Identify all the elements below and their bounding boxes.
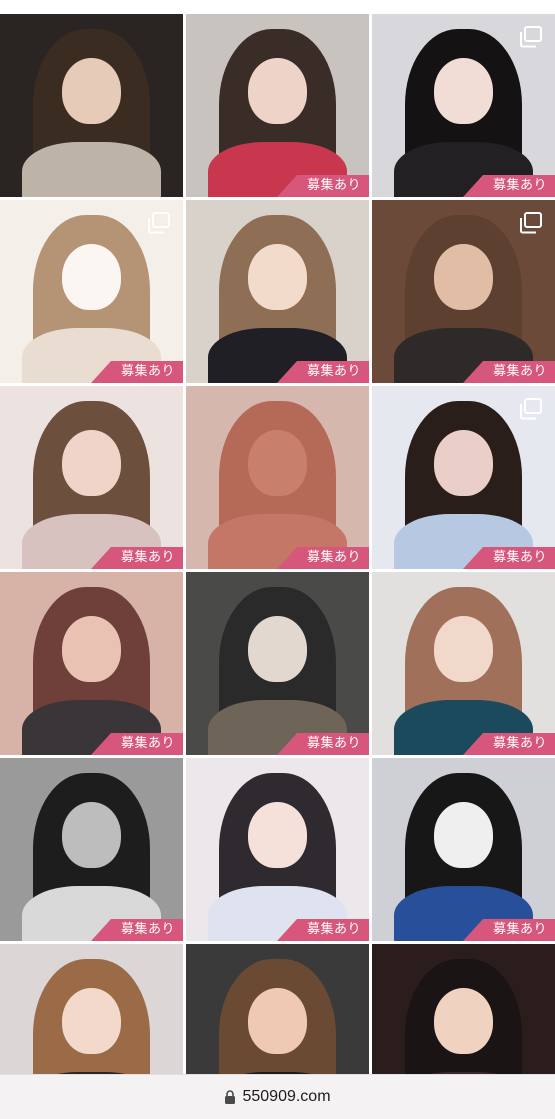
photo-face-shape: [434, 57, 493, 124]
photo-face-shape: [62, 987, 121, 1054]
photo-face-shape: [62, 243, 121, 310]
page: 募集あり 募集あり 募集あり 募集あり 募集あり 募集あり 募集あり 募集あり 募集あり 募集あり…: [0, 0, 555, 1119]
profile-tile[interactable]: 募集あり: [372, 200, 555, 383]
profile-tile[interactable]: 募集あり: [0, 200, 183, 383]
photo-face-shape: [434, 987, 493, 1054]
photo-grid: 募集あり 募集あり 募集あり 募集あり 募集あり 募集あり 募集あり 募集あり 募集あり 募集あり…: [0, 14, 555, 1074]
profile-photo: [372, 572, 555, 755]
profile-tile[interactable]: 募集あり: [0, 758, 183, 941]
profile-tile[interactable]: 募集あり: [372, 14, 555, 197]
profile-tile[interactable]: [372, 944, 555, 1074]
photo-face-shape: [62, 801, 121, 868]
profile-photo: [186, 386, 369, 569]
profile-photo: [186, 14, 369, 197]
profile-tile[interactable]: 募集あり: [0, 386, 183, 569]
photo-face-shape: [248, 801, 307, 868]
multiple-photos-icon: [520, 212, 542, 234]
photo-face-shape: [434, 615, 493, 682]
photo-face-shape: [62, 57, 121, 124]
profile-tile[interactable]: 募集あり: [0, 572, 183, 755]
photo-face-shape: [62, 429, 121, 496]
profile-tile[interactable]: 募集あり: [372, 572, 555, 755]
profile-tile[interactable]: 募集あり: [186, 758, 369, 941]
profile-tile[interactable]: [186, 944, 369, 1074]
multiple-photos-icon: [520, 26, 542, 48]
profile-tile[interactable]: 募集あり: [372, 758, 555, 941]
profile-tile[interactable]: 募集あり: [186, 200, 369, 383]
multiple-photos-icon: [520, 398, 542, 420]
profile-photo: [186, 944, 369, 1074]
address-domain[interactable]: 550909.com: [242, 1088, 330, 1106]
profile-photo: [0, 386, 183, 569]
photo-face-shape: [434, 243, 493, 310]
photo-face-shape: [248, 243, 307, 310]
profile-photo: [0, 572, 183, 755]
profile-tile[interactable]: 募集あり: [372, 386, 555, 569]
profile-photo: [372, 944, 555, 1074]
multiple-photos-icon: [148, 212, 170, 234]
photo-face-shape: [434, 801, 493, 868]
profile-tile[interactable]: 募集あり: [186, 572, 369, 755]
profile-tile[interactable]: 募集あり: [186, 14, 369, 197]
profile-photo: [0, 14, 183, 197]
photo-face-shape: [62, 615, 121, 682]
photo-face-shape: [248, 57, 307, 124]
profile-photo: [372, 758, 555, 941]
profile-tile[interactable]: 募集あり: [186, 386, 369, 569]
address-bar[interactable]: 550909.com: [0, 1074, 555, 1119]
profile-photo: [186, 572, 369, 755]
photo-body-shape: [21, 142, 162, 197]
photo-face-shape: [248, 429, 307, 496]
photo-face-shape: [248, 615, 307, 682]
profile-photo: [0, 758, 183, 941]
profile-tile[interactable]: [0, 944, 183, 1074]
profile-photo: [186, 758, 369, 941]
photo-face-shape: [248, 987, 307, 1054]
photo-face-shape: [434, 429, 493, 496]
profile-photo: [186, 200, 369, 383]
profile-tile[interactable]: [0, 14, 183, 197]
lock-icon: [225, 1090, 236, 1104]
profile-photo: [0, 944, 183, 1074]
